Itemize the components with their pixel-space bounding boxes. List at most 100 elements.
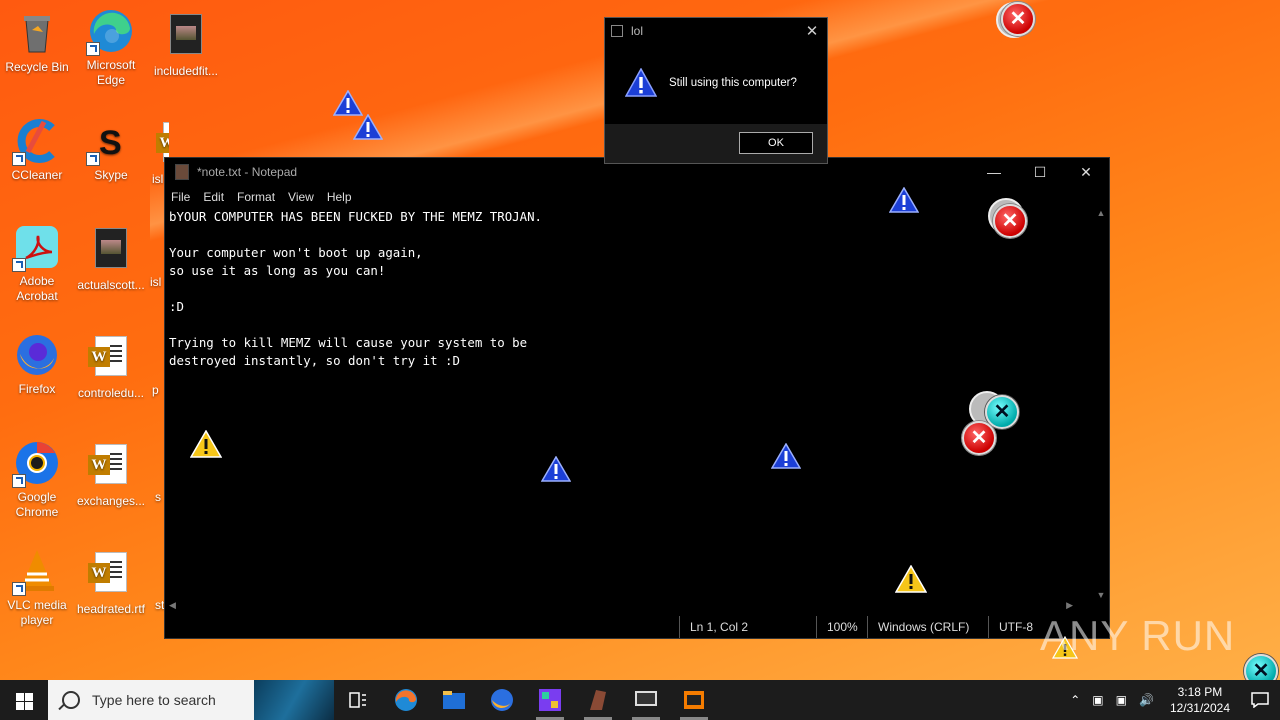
dialog-title: lol [631, 24, 644, 38]
task-view-button[interactable] [334, 680, 382, 720]
desktop-icon-actualscott[interactable]: actualscott... [74, 224, 148, 293]
firefox-icon [14, 332, 60, 378]
watermark: ANY RUN [1040, 612, 1236, 659]
desktop-icon-firefox[interactable]: Firefox [0, 332, 74, 397]
start-button[interactable] [0, 680, 48, 720]
shortcut-arrow-icon [86, 152, 100, 166]
shortcut-arrow-icon [86, 42, 100, 56]
colorful-app-icon [539, 689, 561, 711]
chevron-up-icon[interactable]: ⌃ [1070, 693, 1080, 707]
yellow-warning-icon [190, 430, 222, 458]
desktop-icon-google-chrome[interactable]: Google Chrome [0, 440, 74, 520]
menu-edit[interactable]: Edit [203, 190, 224, 204]
desktop-icon-adobe-acrobat[interactable]: Adobe Acrobat [0, 224, 74, 304]
dialog-close-icon[interactable]: ✕ [797, 22, 827, 40]
scroll-up-icon[interactable]: ▲ [1093, 208, 1109, 218]
notepad-statusbar: Ln 1, Col 2 100% Windows (CRLF) UTF-8 [165, 616, 1109, 638]
desktop-icon-label: Microsoft Edge [86, 58, 136, 87]
taskbar-app-3[interactable] [622, 680, 670, 720]
notepad-menubar: File Edit Format View Help [165, 186, 1109, 208]
maximize-icon[interactable]: ☐ [1017, 164, 1063, 181]
edge-icon [86, 8, 134, 56]
menu-view[interactable]: View [288, 190, 314, 204]
desktop-icon-label: Adobe Acrobat [16, 274, 58, 303]
desktop-icon-microsoft-edge[interactable]: Microsoft Edge [74, 8, 148, 88]
blue-warning-icon [353, 114, 383, 140]
acrobat-icon [12, 224, 60, 272]
system-tray: ⌃ ▣ ▣ 🔊 3:18 PM 12/31/2024 [1064, 680, 1280, 720]
desktop-icon-label: actualscott... [77, 278, 145, 292]
message-dialog[interactable]: lol ✕ Still using this computer? OK [604, 17, 828, 164]
monitor-icon [635, 691, 657, 706]
minimize-icon[interactable]: — [971, 164, 1017, 181]
error-icon: ✕ [993, 204, 1027, 238]
desktop-icon-label: Recycle Bin [5, 60, 69, 74]
taskbar-firefox[interactable] [478, 680, 526, 720]
desktop-icon-skype[interactable]: S Skype [74, 118, 148, 183]
notepad-window[interactable]: *note.txt - Notepad — ☐ ✕ File Edit Form… [164, 157, 1110, 639]
desktop-icon-label: exchanges... [76, 494, 146, 508]
notepad-text-area[interactable]: bYOUR COMPUTER HAS BEEN FUCKED BY THE ME… [169, 208, 1089, 598]
volume-icon[interactable]: 🔊 [1139, 693, 1154, 707]
status-position: Ln 1, Col 2 [679, 616, 816, 638]
search-highlight-image [254, 680, 334, 720]
scroll-left-icon[interactable]: ◀ [169, 600, 176, 611]
scroll-right-icon[interactable]: ▶ [1066, 600, 1073, 611]
desktop-icon-label: Firefox [18, 382, 56, 396]
taskbar: Type here to search ⌃ ▣ ▣ 🔊 3:18 PM 12/3… [0, 680, 1280, 720]
memz-app-icon [590, 690, 606, 710]
shortcut-arrow-icon [12, 582, 26, 596]
vlc-icon [12, 548, 60, 596]
notification-center-button[interactable] [1240, 680, 1280, 720]
horizontal-scrollbar[interactable]: ◀ ▶ [165, 600, 1093, 614]
svg-text:S: S [99, 124, 122, 162]
word-document-icon [88, 552, 134, 598]
device-icon[interactable]: ▣ [1092, 693, 1103, 707]
notepad-app-icon [175, 164, 189, 180]
close-icon[interactable]: ✕ [1063, 164, 1109, 181]
taskbar-notepad[interactable] [670, 680, 718, 720]
desktop-icon-includedfit[interactable]: includedfit... [149, 10, 223, 79]
error-icon: ✕ [962, 421, 996, 455]
image-file-icon [163, 14, 209, 60]
desktop-icon-label: includedfit... [153, 64, 219, 78]
taskbar-edge[interactable] [382, 680, 430, 720]
recycle-bin-icon [14, 10, 60, 56]
chrome-icon [12, 440, 60, 488]
edge-icon [395, 689, 417, 711]
ok-button[interactable]: OK [739, 132, 813, 154]
taskbar-app-2[interactable] [574, 680, 622, 720]
task-view-icon [349, 692, 366, 708]
menu-help[interactable]: Help [327, 190, 352, 204]
blue-warning-icon [889, 187, 919, 213]
clock-date: 12/31/2024 [1169, 701, 1230, 715]
taskbar-file-explorer[interactable] [430, 680, 478, 720]
ccleaner-icon [12, 118, 60, 166]
dialog-titlebar[interactable]: lol ✕ [605, 18, 827, 44]
clock[interactable]: 3:18 PM 12/31/2024 [1170, 684, 1230, 716]
desktop-icon-vlc[interactable]: VLC media player [0, 548, 74, 628]
shortcut-arrow-icon [12, 152, 26, 166]
desktop-icon-label: CCleaner [11, 168, 63, 182]
scroll-down-icon[interactable]: ▼ [1093, 590, 1109, 600]
network-icon[interactable]: ▣ [1116, 693, 1127, 707]
word-document-icon [88, 336, 134, 382]
menu-format[interactable]: Format [237, 190, 275, 204]
taskbar-app-1[interactable] [526, 680, 574, 720]
taskbar-search[interactable]: Type here to search [48, 680, 334, 720]
desktop-icon-ccleaner[interactable]: CCleaner [0, 118, 74, 183]
desktop-icon-controledu[interactable]: controledu... [74, 332, 148, 401]
error-icon: ✕ [1001, 2, 1035, 36]
desktop-icon-recycle-bin[interactable]: Recycle Bin [0, 10, 74, 75]
clock-time: 3:18 PM [1177, 685, 1223, 699]
word-document-icon [88, 444, 134, 490]
notification-icon [1251, 692, 1269, 708]
desktop-icon-headrated[interactable]: headrated.rtf [74, 548, 148, 617]
menu-file[interactable]: File [171, 190, 190, 204]
desktop-icon-exchanges[interactable]: exchanges... [74, 440, 148, 509]
vertical-scrollbar[interactable]: ▲ ▼ [1093, 208, 1109, 600]
blue-warning-icon [333, 90, 363, 116]
status-zoom: 100% [816, 616, 867, 638]
blue-warning-icon [771, 443, 801, 469]
desktop-icon-label: Skype [94, 168, 128, 182]
